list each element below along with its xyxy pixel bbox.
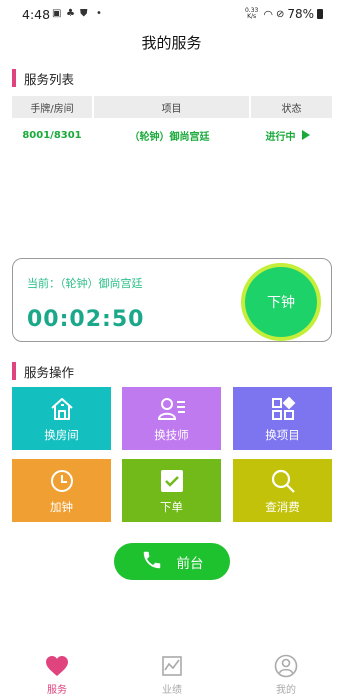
- service-table: 手牌/房间 项目 状态 8001/8301 （轮钟）御尚宫廷 进行中: [12, 96, 332, 148]
- add-time-button[interactable]: 加钟: [12, 459, 111, 522]
- operations-title-text: 服务操作: [24, 364, 75, 380]
- service-list-title-text: 服务列表: [24, 71, 75, 87]
- check-spending-button[interactable]: 查消费: [233, 459, 332, 522]
- tile-label: 换技师: [154, 428, 189, 442]
- app-notification-icon: ♣: [66, 8, 75, 19]
- tile-label: 下单: [160, 500, 183, 514]
- battery-icon: [317, 9, 323, 19]
- change-technician-button[interactable]: 换技师: [122, 387, 221, 450]
- nav-label: 我的: [276, 685, 296, 696]
- tile-label: 查消费: [265, 500, 300, 514]
- status-bar: 4:48 ▣ ♣ ⛊ • 0.33 K/s ◠ ⊘ 78%: [0, 0, 343, 28]
- nav-item-service[interactable]: 服务: [27, 654, 87, 696]
- operations-section-title: 服务操作: [12, 362, 74, 380]
- shield-icon: ⛊: [80, 8, 88, 19]
- battery-percent: 78%: [287, 7, 314, 21]
- wifi-icon: ◠: [263, 7, 273, 21]
- chart-icon: [142, 654, 202, 678]
- status-time: 4:48: [22, 7, 51, 22]
- clock-out-button[interactable]: 下钟: [241, 263, 321, 341]
- change-room-button[interactable]: 换房间: [12, 387, 111, 450]
- phone-icon: [141, 549, 163, 575]
- place-order-button[interactable]: 下单: [122, 459, 221, 522]
- heart-icon: [27, 654, 87, 678]
- bottom-nav: 服务 业绩 我的: [0, 650, 343, 700]
- search-icon: [233, 468, 332, 494]
- service-timer: 00:02:50: [27, 307, 145, 332]
- grid-icon: [233, 396, 332, 422]
- table-row[interactable]: 8001/8301 （轮钟）御尚宫廷 进行中: [12, 122, 332, 148]
- cell-room: 8001/8301: [22, 129, 82, 141]
- cell-item: （轮钟）御尚宫廷: [129, 131, 210, 143]
- column-header-status: 状态: [251, 96, 332, 118]
- nav-item-mine[interactable]: 我的: [256, 654, 316, 696]
- section-accent-bar: [12, 362, 16, 380]
- person-list-icon: [122, 396, 221, 422]
- alarm-icon: ⊘: [275, 8, 285, 20]
- column-header-item: 项目: [94, 96, 249, 118]
- user-icon: [256, 654, 316, 678]
- tile-label: 换项目: [265, 428, 300, 442]
- service-list-section-title: 服务列表: [12, 69, 74, 87]
- check-icon: [122, 468, 221, 494]
- play-icon: [301, 130, 310, 140]
- change-item-button[interactable]: 换项目: [233, 387, 332, 450]
- current-service-card: 当前：（轮钟）御尚宫廷 00:02:50 下钟: [12, 258, 332, 342]
- network-speed: 0.33 K/s: [244, 7, 259, 20]
- tile-label: 加钟: [50, 500, 73, 514]
- nav-item-performance[interactable]: 业绩: [142, 654, 202, 696]
- section-accent-bar: [12, 69, 16, 87]
- current-service-label: 当前：（轮钟）御尚宫廷: [27, 277, 143, 290]
- front-desk-label: 前台: [176, 555, 204, 572]
- front-desk-button[interactable]: 前台: [114, 543, 230, 580]
- column-header-room: 手牌/房间: [12, 96, 92, 118]
- table-header: 手牌/房间 项目 状态: [12, 96, 332, 118]
- status-text: 进行中: [265, 131, 296, 143]
- clock-icon: [12, 468, 111, 494]
- gallery-icon: ▣: [52, 8, 62, 19]
- cell-status: 进行中: [247, 122, 328, 148]
- page-title: 我的服务: [141, 34, 202, 52]
- tile-label: 换房间: [44, 428, 79, 442]
- nav-label: 服务: [47, 685, 67, 696]
- house-icon: [12, 396, 111, 422]
- dot-icon: •: [96, 8, 102, 19]
- nav-label: 业绩: [162, 685, 182, 696]
